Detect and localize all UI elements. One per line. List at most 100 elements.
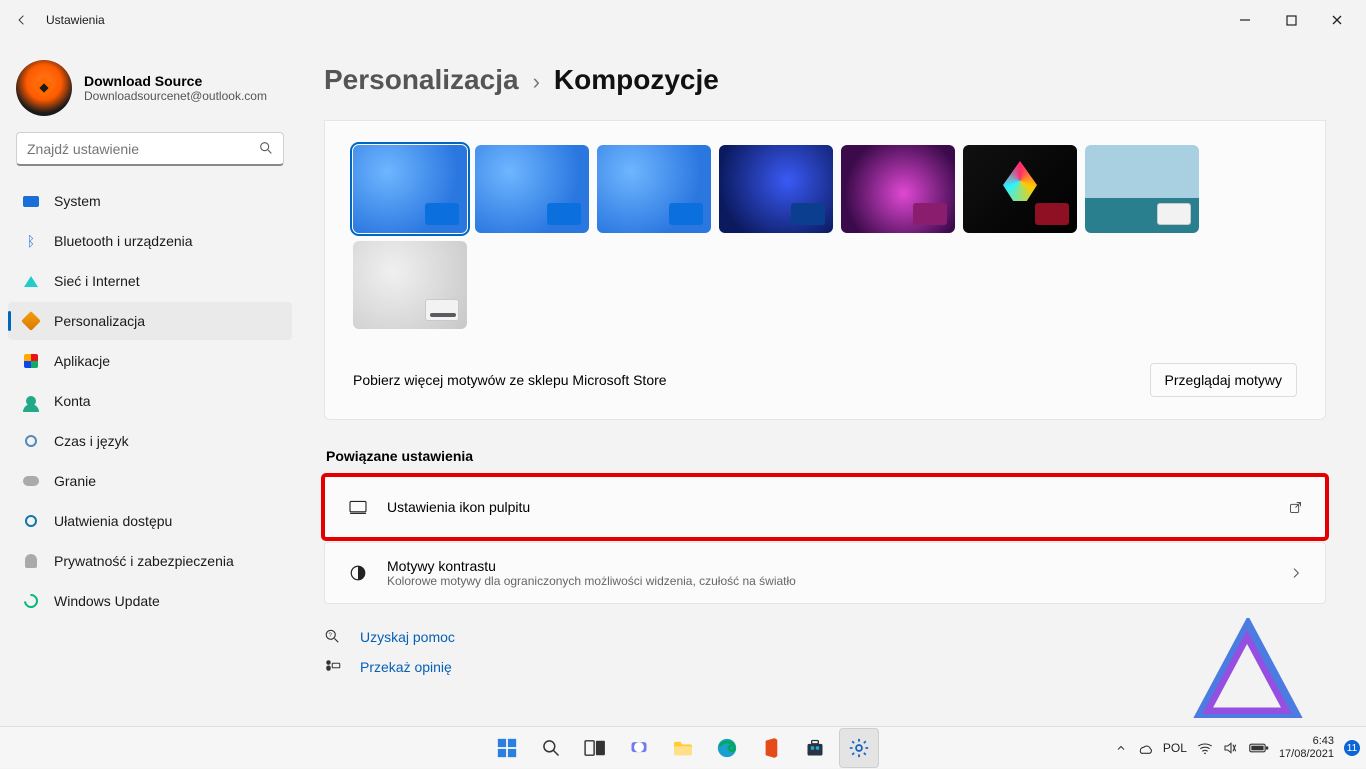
get-help-row[interactable]: ? Uzyskaj pomoc: [324, 622, 1326, 652]
theme-thumbnail-1[interactable]: [353, 145, 467, 233]
grid-icon: [22, 352, 40, 370]
tray-volume-icon[interactable]: [1223, 741, 1239, 755]
sidebar-item-label: System: [54, 193, 101, 209]
sidebar-nav: System ᛒ Bluetooth i urządzenia Sieć i In…: [8, 182, 292, 620]
sidebar-item-bluetooth[interactable]: ᛒ Bluetooth i urządzenia: [8, 222, 292, 260]
sidebar: Download Source Downloadsourcenet@outloo…: [0, 40, 300, 726]
user-email: Downloadsourcenet@outlook.com: [84, 89, 267, 103]
sidebar-item-label: Ułatwienia dostępu: [54, 513, 172, 529]
sidebar-item-personalization[interactable]: Personalizacja: [8, 302, 292, 340]
office-icon: [762, 737, 780, 759]
user-card[interactable]: Download Source Downloadsourcenet@outloo…: [8, 56, 292, 132]
minimize-icon: [1239, 14, 1251, 26]
user-name: Download Source: [84, 73, 267, 89]
window-controls: [1222, 4, 1360, 36]
search-input[interactable]: [16, 132, 284, 166]
arrow-left-icon: [15, 13, 29, 27]
theme-accent-swatch: [1157, 203, 1191, 225]
sidebar-item-update[interactable]: Windows Update: [8, 582, 292, 620]
bluetooth-icon: ᛒ: [22, 232, 40, 250]
row-title: Ustawienia ikon pulpitu: [387, 499, 1270, 515]
page-title: Kompozycje: [554, 64, 719, 96]
give-feedback-row[interactable]: Przekaż opinię: [324, 652, 1326, 682]
sidebar-item-label: Bluetooth i urządzenia: [54, 233, 193, 249]
row-text: Motywy kontrastu Kolorowe motywy dla ogr…: [387, 558, 1271, 588]
chevron-right-icon: ›: [533, 69, 540, 95]
taskbar-taskview[interactable]: [575, 728, 615, 768]
maximize-button[interactable]: [1268, 4, 1314, 36]
tray-notification-badge[interactable]: 11: [1344, 740, 1360, 756]
sidebar-item-privacy[interactable]: Prywatność i zabezpieczenia: [8, 542, 292, 580]
theme-thumbnail-8[interactable]: [353, 241, 467, 329]
sidebar-item-accessibility[interactable]: Ułatwienia dostępu: [8, 502, 292, 540]
theme-thumbnail-4[interactable]: [719, 145, 833, 233]
store-icon: [805, 738, 825, 758]
sidebar-item-label: Prywatność i zabezpieczenia: [54, 553, 234, 569]
search-field-wrap: [16, 132, 284, 166]
row-subtitle: Kolorowe motywy dla ograniczonych możliw…: [387, 574, 1271, 588]
globe-icon: [22, 432, 40, 450]
desktop-icon-settings-row[interactable]: Ustawienia ikon pulpitu: [324, 476, 1326, 538]
store-text: Pobierz więcej motywów ze sklepu Microso…: [353, 372, 1150, 388]
half-circle-icon: [347, 564, 369, 582]
sidebar-item-time[interactable]: Czas i język: [8, 422, 292, 460]
minimize-button[interactable]: [1222, 4, 1268, 36]
row-title: Motywy kontrastu: [387, 558, 1271, 574]
close-button[interactable]: [1314, 4, 1360, 36]
wifi-icon: [22, 272, 40, 290]
tray-language[interactable]: POL: [1163, 741, 1187, 755]
sidebar-item-system[interactable]: System: [8, 182, 292, 220]
external-link-icon: [1288, 500, 1303, 515]
theme-thumbnail-6[interactable]: [963, 145, 1077, 233]
section-related-heading: Powiązane ustawienia: [326, 448, 1326, 464]
tray-chevron-icon[interactable]: [1115, 742, 1127, 754]
theme-thumbnail-2[interactable]: [475, 145, 589, 233]
give-feedback-link[interactable]: Przekaż opinię: [360, 659, 452, 675]
taskbar-edge[interactable]: [707, 728, 747, 768]
content-area: Personalizacja › Kompozycje Pobierz więc…: [300, 40, 1366, 726]
theme-accent-swatch: [425, 299, 459, 321]
theme-accent-swatch: [547, 203, 581, 225]
gamepad-icon: [22, 472, 40, 490]
person-icon: [22, 392, 40, 410]
accessibility-icon: [22, 512, 40, 530]
taskbar-store[interactable]: [795, 728, 835, 768]
sidebar-item-apps[interactable]: Aplikacje: [8, 342, 292, 380]
theme-thumbnail-7[interactable]: [1085, 145, 1199, 233]
breadcrumb: Personalizacja › Kompozycje: [324, 64, 1326, 96]
taskbar-office[interactable]: [751, 728, 791, 768]
desktop-icon: [347, 499, 369, 515]
monitor-icon: [22, 192, 40, 210]
back-button[interactable]: [6, 4, 38, 36]
taskbar-search[interactable]: [531, 728, 571, 768]
tray-date: 17/08/2021: [1279, 748, 1334, 761]
tray-battery-icon[interactable]: [1249, 742, 1269, 754]
row-text: Ustawienia ikon pulpitu: [387, 499, 1270, 515]
theme-thumbnail-5[interactable]: [841, 145, 955, 233]
breadcrumb-parent[interactable]: Personalizacja: [324, 64, 519, 96]
sidebar-item-network[interactable]: Sieć i Internet: [8, 262, 292, 300]
edge-icon: [716, 737, 738, 759]
sidebar-item-gaming[interactable]: Granie: [8, 462, 292, 500]
taskbar-settings[interactable]: [839, 728, 879, 768]
tray-wifi-icon[interactable]: [1197, 741, 1213, 755]
taskview-icon: [584, 739, 606, 757]
shield-icon: [22, 552, 40, 570]
theme-accent-swatch: [425, 203, 459, 225]
get-help-link[interactable]: Uzyskaj pomoc: [360, 629, 455, 645]
store-row: Pobierz więcej motywów ze sklepu Microso…: [353, 357, 1297, 397]
taskbar: POL 6:43 17/08/2021 11: [0, 726, 1366, 768]
taskbar-explorer[interactable]: [663, 728, 703, 768]
system-tray: POL 6:43 17/08/2021 11: [1115, 727, 1360, 769]
chevron-right-icon: [1289, 566, 1303, 580]
tray-clock[interactable]: 6:43 17/08/2021: [1279, 735, 1334, 760]
sidebar-item-accounts[interactable]: Konta: [8, 382, 292, 420]
tray-onedrive-icon[interactable]: [1137, 742, 1153, 754]
theme-thumbnail-3[interactable]: [597, 145, 711, 233]
start-button[interactable]: [487, 728, 527, 768]
avatar-logo-icon: [28, 72, 60, 104]
taskbar-chat[interactable]: [619, 728, 659, 768]
browse-themes-button[interactable]: Przeglądaj motywy: [1150, 363, 1298, 397]
contrast-themes-row[interactable]: Motywy kontrastu Kolorowe motywy dla ogr…: [324, 542, 1326, 604]
avatar: [16, 60, 72, 116]
